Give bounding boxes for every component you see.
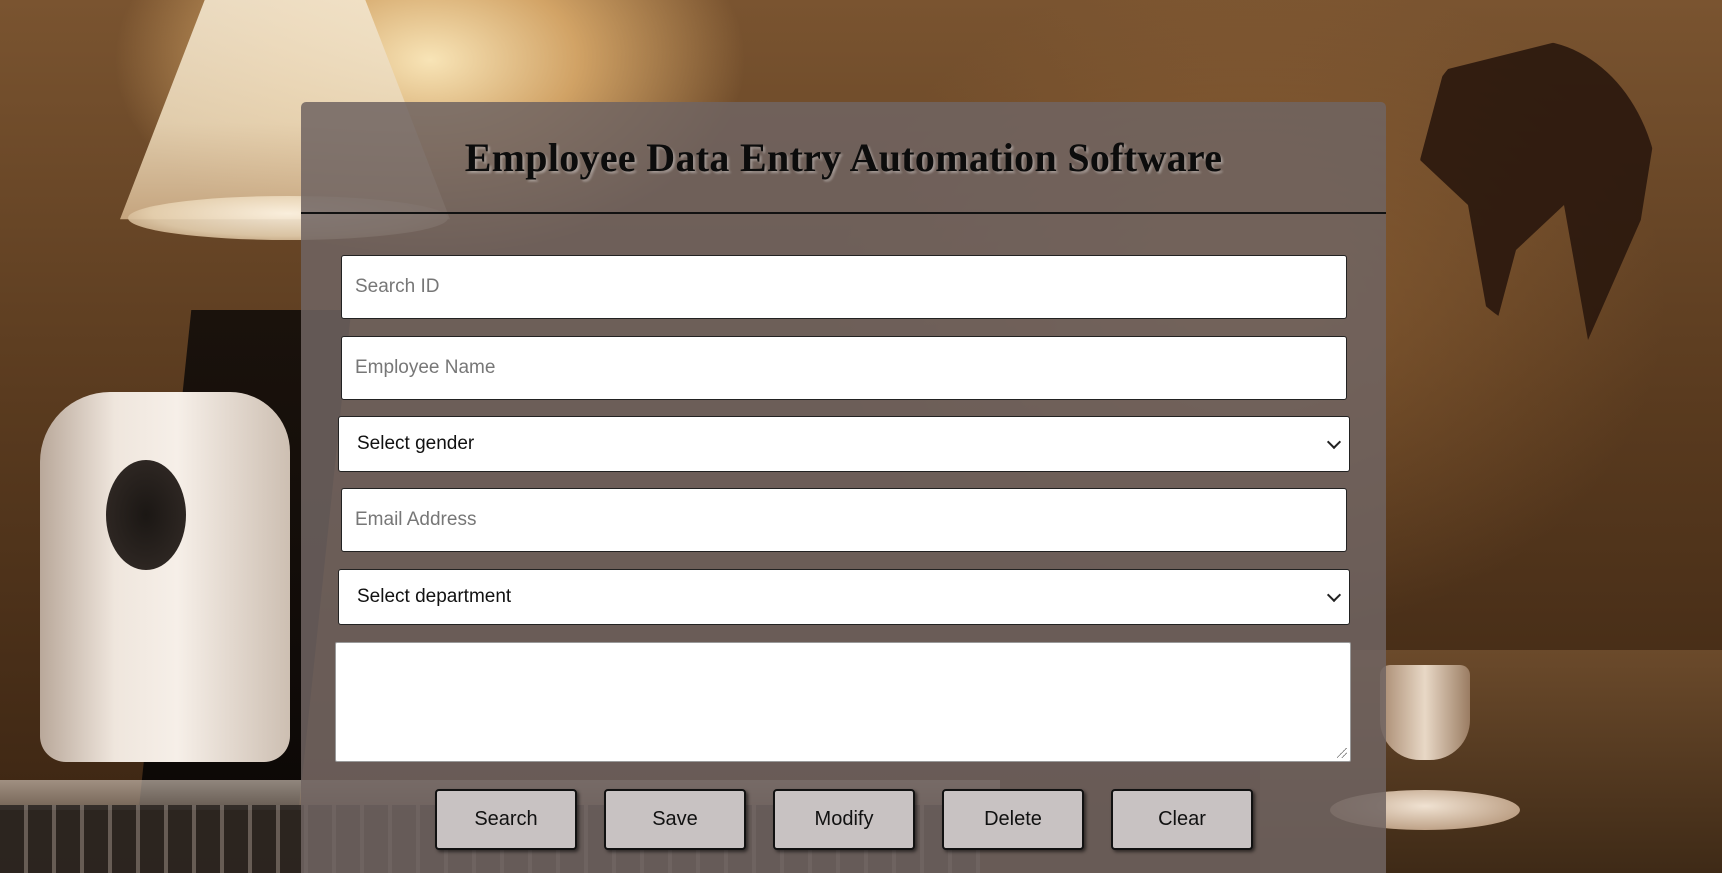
search-id-input[interactable] <box>341 255 1347 319</box>
coffee-cup <box>1380 665 1470 760</box>
delete-button[interactable]: Delete <box>942 789 1084 850</box>
chevron-down-icon <box>1326 587 1342 603</box>
deer-figurine <box>1420 40 1660 340</box>
employee-form-panel: Employee Data Entry Automation Software … <box>301 102 1386 873</box>
email-address-input[interactable] <box>341 488 1347 552</box>
clear-button[interactable]: Clear <box>1111 789 1253 850</box>
employee-name-input[interactable] <box>341 336 1347 400</box>
chevron-down-icon <box>1326 434 1342 450</box>
speaker-driver <box>106 460 186 570</box>
department-select-value: Select department <box>357 586 512 607</box>
search-button[interactable]: Search <box>435 789 577 850</box>
page-title: Employee Data Entry Automation Software <box>464 134 1223 180</box>
save-button[interactable]: Save <box>604 789 746 850</box>
modify-button[interactable]: Modify <box>773 789 915 850</box>
notes-textarea[interactable] <box>335 642 1351 762</box>
panel-header: Employee Data Entry Automation Software <box>301 102 1386 214</box>
department-select[interactable]: Select department <box>338 569 1350 625</box>
gender-select[interactable]: Select gender <box>338 416 1350 472</box>
textarea-resize-grip-icon[interactable] <box>1337 748 1347 758</box>
speaker <box>40 392 290 762</box>
gender-select-value: Select gender <box>357 433 475 454</box>
